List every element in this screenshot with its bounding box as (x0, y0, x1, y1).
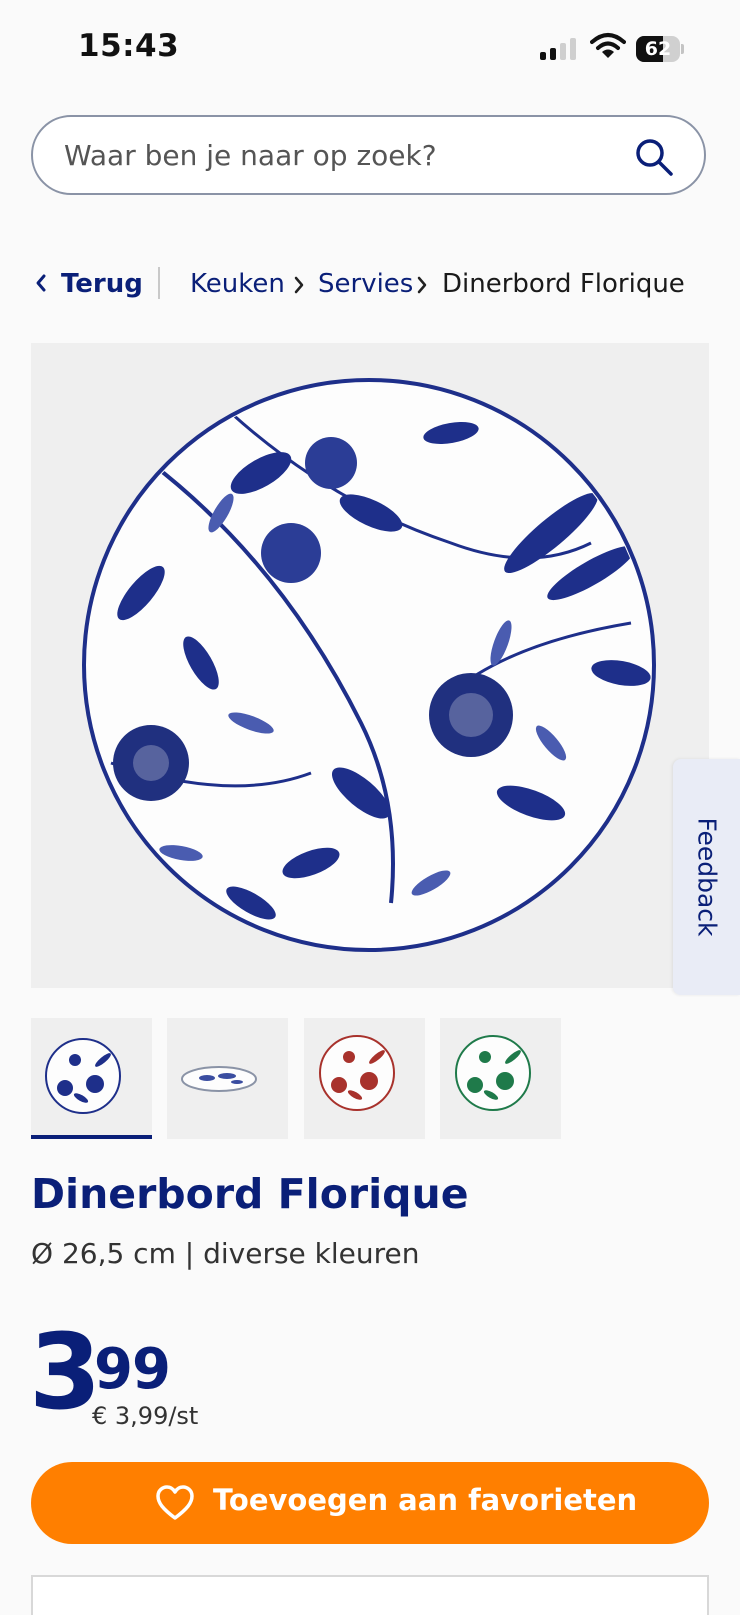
thumbnail-blue-top[interactable] (31, 1018, 152, 1139)
chevron-right-icon (294, 276, 304, 294)
feedback-label: Feedback (692, 817, 721, 937)
search-icon[interactable] (634, 137, 674, 177)
back-link[interactable]: Terug (61, 269, 143, 299)
product-title: Dinerbord Florique (31, 1170, 469, 1218)
status-bar: 15:43 62 (0, 0, 740, 100)
add-to-favorites-label: Toevoegen aan favorieten (213, 1483, 638, 1517)
search-placeholder: Waar ben je naar op zoek? (64, 139, 437, 172)
chevron-right-icon (417, 276, 427, 294)
plate-illustration (82, 378, 656, 952)
thumbnail-strip (31, 1018, 571, 1140)
breadcrumb-servies[interactable]: Servies (318, 269, 413, 299)
breadcrumb-keuken[interactable]: Keuken (190, 269, 285, 299)
price-whole: 3 (29, 1311, 101, 1433)
thumbnail-red[interactable] (304, 1018, 425, 1139)
breadcrumb: Terug Keuken Servies Dinerbord Florique (30, 265, 730, 305)
wifi-icon (590, 33, 626, 58)
thumbnail-blue-side[interactable] (167, 1018, 288, 1139)
feedback-tab[interactable]: Feedback (673, 759, 740, 995)
search-input[interactable]: Waar ben je naar op zoek? (31, 115, 706, 195)
breadcrumb-current: Dinerbord Florique (442, 269, 685, 299)
battery-icon: 62 (636, 36, 684, 62)
thumbnail-selected-indicator (31, 1135, 152, 1139)
next-card (31, 1575, 709, 1615)
breadcrumb-divider (158, 267, 160, 299)
product-subtitle: Ø 26,5 cm | diverse kleuren (31, 1237, 420, 1270)
unit-price: € 3,99/st (92, 1402, 199, 1430)
status-time: 15:43 (78, 28, 180, 64)
heart-icon (156, 1485, 194, 1520)
cellular-signal-icon (540, 36, 580, 60)
product-main-image[interactable] (31, 343, 709, 988)
battery-percentage: 62 (644, 38, 672, 60)
price-cents: 99 (94, 1337, 171, 1402)
chevron-left-icon[interactable] (34, 271, 48, 295)
add-to-favorites-button[interactable]: Toevoegen aan favorieten (31, 1462, 709, 1544)
thumbnail-green[interactable] (440, 1018, 561, 1139)
